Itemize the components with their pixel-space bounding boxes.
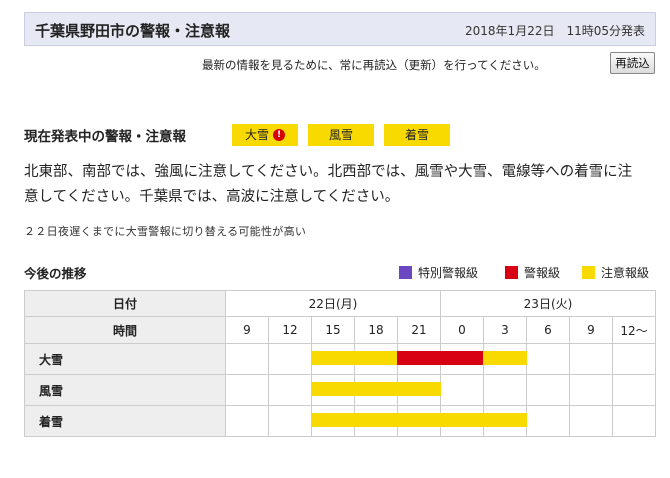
time-cell: 18	[354, 316, 398, 344]
timeline-cell	[311, 405, 355, 437]
badge-label: 大雪	[244, 128, 269, 142]
time-cell: 3	[483, 316, 527, 344]
level-bar-advisory	[440, 413, 484, 427]
timeline-cell	[354, 343, 398, 375]
reload-button[interactable]: 再読込	[610, 52, 655, 74]
timeline-cell	[483, 405, 527, 437]
timeline-cell	[612, 343, 656, 375]
timeline-cell	[440, 374, 484, 406]
level-bar-advisory	[397, 382, 441, 396]
date-header: 日付	[24, 290, 226, 317]
time-cell: 9	[225, 316, 269, 344]
timeline-cell	[569, 374, 613, 406]
level-bar-advisory	[354, 413, 398, 427]
legend-advisory: 注意報級	[582, 264, 649, 281]
date-cell: 22日(月)	[225, 290, 441, 317]
legend-swatch	[399, 266, 412, 279]
timeline-cell	[354, 405, 398, 437]
timeline-cell	[569, 343, 613, 375]
time-cell: 15	[311, 316, 355, 344]
time-cell: 0	[440, 316, 484, 344]
timeline-cell	[612, 374, 656, 406]
time-cell: 6	[526, 316, 570, 344]
timeline-cell	[483, 343, 527, 375]
timeline-cell	[225, 405, 269, 437]
page-title: 千葉県野田市の警報・注意報	[35, 22, 231, 40]
timeline-cell	[397, 343, 441, 375]
row-label: 着雪	[24, 405, 226, 437]
level-bar-warning	[440, 351, 484, 365]
legend-label: 警報級	[524, 266, 561, 280]
timeline-cell	[268, 343, 312, 375]
date-cell: 23日(火)	[440, 290, 656, 317]
timeline-cell	[225, 343, 269, 375]
timeline-cell	[526, 405, 570, 437]
timeline-cell	[268, 374, 312, 406]
timeline-row-snowstorm: 風雪	[24, 374, 656, 406]
legend-swatch	[505, 266, 518, 279]
timeline-cell	[354, 374, 398, 406]
level-bar-advisory	[483, 413, 527, 427]
timeline-cell	[397, 374, 441, 406]
time-cell: 21	[397, 316, 441, 344]
timeline-row-heavy-snow: 大雪	[24, 343, 656, 375]
warning-description: 北東部、南部では、強風に注意してください。北西部では、風雪や大雪、電線等への着雪…	[24, 164, 633, 205]
page-header: 千葉県野田市の警報・注意報 2018年1月22日 11時05分発表	[24, 12, 656, 46]
timeline-cell	[268, 405, 312, 437]
timeline-cell	[225, 374, 269, 406]
current-warnings-title: 現在発表中の警報・注意報	[24, 129, 186, 145]
badge-snowstorm: 風雪	[308, 124, 374, 146]
timeline-cell	[569, 405, 613, 437]
timeline-cell	[311, 374, 355, 406]
level-bar-advisory	[311, 351, 355, 365]
time-cell: 12	[268, 316, 312, 344]
badge-snow-accretion: 着雪	[384, 124, 450, 146]
timeline-cell	[526, 374, 570, 406]
row-label: 風雪	[24, 374, 226, 406]
refresh-note: 最新の情報を見るために、常に再読込（更新）を行ってください。	[202, 58, 546, 72]
level-bar-advisory	[483, 351, 527, 365]
trend-title: 今後の推移	[24, 266, 87, 281]
timeline-cell	[397, 405, 441, 437]
badge-label: 着雪	[404, 128, 429, 142]
level-bar-advisory	[311, 413, 355, 427]
warning-icon: !	[273, 128, 285, 141]
legend-label: 特別警報級	[418, 266, 479, 280]
badge-heavy-snow: 大雪!	[232, 124, 298, 146]
level-bar-advisory	[354, 382, 398, 396]
timeline-cell	[483, 374, 527, 406]
level-bar-advisory	[311, 382, 355, 396]
timeline-cell	[440, 405, 484, 437]
timeline-cell	[440, 343, 484, 375]
legend-special-warning: 特別警報級	[399, 264, 478, 281]
legend-swatch	[582, 266, 595, 279]
level-bar-advisory	[397, 413, 441, 427]
timeline-cell	[311, 343, 355, 375]
badge-label: 風雪	[328, 128, 353, 142]
time-cell: 9	[569, 316, 613, 344]
issued-timestamp: 2018年1月22日 11時05分発表	[465, 24, 645, 38]
legend-label: 注意報級	[601, 266, 650, 280]
timeline-cell	[612, 405, 656, 437]
time-header: 時間	[24, 316, 226, 344]
timeline-row-snow-accretion: 着雪	[24, 405, 656, 437]
upgrade-note: ２２日夜遅くまでに大雪警報に切り替える可能性が高い	[24, 225, 307, 238]
time-cell: 12～	[612, 316, 656, 344]
forecast-timeline-table: 日付 22日(月) 23日(火) 時間 9 12 15 18 21 0 3 6 …	[24, 290, 656, 437]
legend-warning: 警報級	[505, 264, 560, 281]
level-bar-warning	[397, 351, 441, 365]
timeline-cell	[526, 343, 570, 375]
row-label: 大雪	[24, 343, 226, 375]
level-bar-advisory	[354, 351, 398, 365]
